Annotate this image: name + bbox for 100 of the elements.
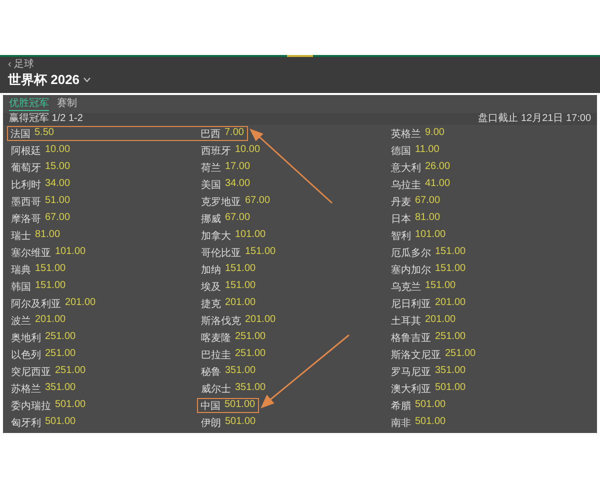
odds-value[interactable]: 201.00: [435, 296, 466, 310]
team-name: 中国: [200, 400, 220, 413]
odds-value[interactable]: 81.00: [35, 228, 60, 242]
team-name: 乌克兰: [391, 280, 421, 294]
team-name: 日本: [391, 212, 411, 226]
odds-value[interactable]: 151.00: [425, 280, 456, 294]
odds-value[interactable]: 151.00: [35, 280, 66, 294]
odds-value[interactable]: 101.00: [235, 228, 266, 242]
odds-value[interactable]: 151.00: [435, 246, 466, 260]
team-name: 罗马尼亚: [391, 366, 431, 378]
odds-value[interactable]: 101.00: [415, 228, 446, 242]
team-name: 巴西: [200, 128, 220, 141]
team-name: 匈牙利: [11, 416, 41, 430]
team-name: 土耳其: [391, 314, 421, 328]
team-name: 德国: [391, 144, 411, 158]
odds-value[interactable]: 201.00: [225, 296, 256, 310]
tab[interactable]: 优胜冠军: [9, 98, 49, 110]
team-name: 阿尔及利亚: [11, 298, 61, 310]
team-name: 尼日利亚: [391, 298, 431, 310]
team-name: 秘鲁: [201, 366, 221, 378]
odds-value[interactable]: 67.00: [225, 212, 250, 226]
team-name: 哥伦比亚: [201, 246, 241, 260]
market-name: 赢得冠军 1/2 1-2: [9, 113, 83, 125]
odds-value[interactable]: 41.00: [425, 178, 450, 192]
odds-value[interactable]: 251.00: [45, 330, 76, 344]
odds-value[interactable]: 251.00: [445, 348, 476, 362]
team-name: 加拿大: [201, 230, 231, 242]
odds-value[interactable]: 34.00: [45, 178, 70, 192]
odds-value[interactable]: 10.00: [235, 144, 260, 158]
odds-value[interactable]: 201.00: [245, 314, 276, 328]
team-name: 以色列: [11, 348, 41, 362]
team-name: 丹麦: [391, 196, 411, 208]
team-name: 威尔士: [201, 382, 231, 396]
team-name: 西班牙: [201, 144, 231, 158]
team-name: 法国: [10, 128, 30, 141]
team-name: 墨西哥: [11, 196, 41, 208]
team-name: 伊朗: [201, 416, 221, 430]
odds-value[interactable]: 5.50: [34, 127, 54, 141]
odds-value[interactable]: 81.00: [415, 212, 440, 226]
odds-value[interactable]: 10.00: [45, 144, 70, 158]
odds-value[interactable]: 251.00: [235, 330, 266, 344]
odds-value[interactable]: 151.00: [225, 280, 256, 294]
team-name: 瑞典: [11, 264, 31, 276]
odds-value[interactable]: 251.00: [55, 364, 86, 378]
team-name: 希腊: [391, 400, 411, 412]
team-name: 韩国: [11, 280, 31, 294]
team-name: 英格兰: [391, 128, 421, 140]
odds-value[interactable]: 351.00: [435, 364, 466, 378]
odds-value[interactable]: 51.00: [45, 194, 70, 208]
odds-value[interactable]: 501.00: [415, 398, 446, 412]
odds-value[interactable]: 501.00: [45, 416, 76, 430]
team-name: 比利时: [11, 178, 41, 192]
odds-value[interactable]: 101.00: [55, 246, 86, 260]
odds-value[interactable]: 9.00: [425, 126, 444, 140]
odds-value[interactable]: 351.00: [235, 382, 266, 396]
odds-value[interactable]: 67.00: [415, 194, 440, 208]
odds-value[interactable]: 7.00: [224, 127, 244, 141]
team-name: 塞内加尔: [391, 264, 431, 276]
odds-value[interactable]: 15.00: [45, 160, 70, 174]
odds-value[interactable]: 501.00: [55, 398, 86, 412]
chevron-down-icon[interactable]: [82, 77, 91, 83]
odds-value[interactable]: 251.00: [235, 348, 266, 362]
odds-value[interactable]: 501.00: [225, 416, 256, 430]
odds-value[interactable]: 501.00: [224, 399, 256, 413]
odds-value[interactable]: 151.00: [225, 262, 256, 276]
breadcrumb-link[interactable]: ‹ 足球: [8, 59, 592, 71]
odds-value[interactable]: 351.00: [225, 364, 256, 378]
team-name: 克罗地亚: [201, 196, 241, 208]
odds-value[interactable]: 201.00: [35, 314, 66, 328]
team-name: 乌拉圭: [391, 178, 421, 192]
odds-value[interactable]: 351.00: [45, 382, 76, 396]
team-name: 荷兰: [201, 162, 221, 174]
odds-value[interactable]: 34.00: [225, 178, 250, 192]
closing-time: 盘口截止 12月21日 17:00: [478, 113, 591, 125]
team-name: 波兰: [11, 314, 31, 328]
team-name: 葡萄牙: [11, 162, 41, 174]
team-name: 阿根廷: [11, 144, 41, 158]
odds-value[interactable]: 151.00: [35, 262, 66, 276]
odds-value[interactable]: 251.00: [45, 348, 76, 362]
odds-value[interactable]: 501.00: [435, 382, 466, 396]
odds-value[interactable]: 67.00: [45, 212, 70, 226]
team-name: 苏格兰: [11, 382, 41, 396]
team-name: 委内瑞拉: [11, 400, 51, 412]
team-name: 摩洛哥: [11, 212, 41, 226]
team-name: 智利: [391, 230, 411, 242]
team-name: 美国: [201, 178, 221, 192]
tab[interactable]: 赛制: [57, 98, 77, 110]
odds-value[interactable]: 201.00: [425, 314, 456, 328]
team-name: 瑞士: [11, 230, 31, 242]
odds-value[interactable]: 251.00: [435, 330, 466, 344]
odds-value[interactable]: 17.00: [225, 160, 250, 174]
team-name: 斯洛文尼亚: [391, 348, 441, 362]
odds-value[interactable]: 151.00: [245, 246, 276, 260]
odds-value[interactable]: 201.00: [65, 296, 96, 310]
odds-value[interactable]: 501.00: [415, 416, 446, 430]
odds-value[interactable]: 11.00: [415, 144, 440, 158]
odds-value[interactable]: 26.00: [425, 160, 450, 174]
odds-value[interactable]: 67.00: [245, 194, 270, 208]
odds-value[interactable]: 151.00: [435, 262, 466, 276]
team-name: 埃及: [201, 280, 221, 294]
